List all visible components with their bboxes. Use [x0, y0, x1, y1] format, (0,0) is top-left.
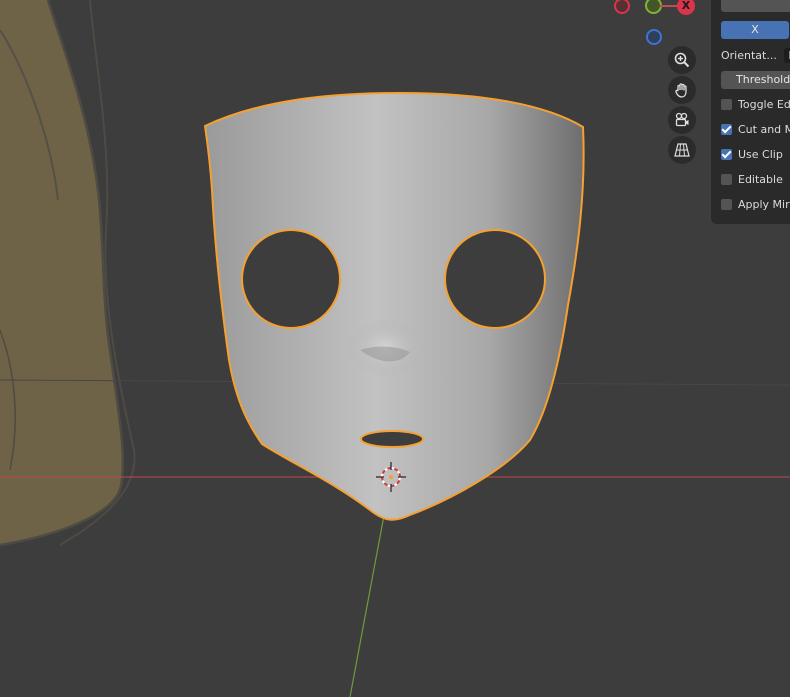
toggle-edit-checkbox[interactable]: Toggle Ed: [721, 98, 790, 111]
option-label: Apply Mir: [738, 198, 790, 211]
right-eye-hole: [444, 229, 546, 329]
gizmo-neg-z-icon[interactable]: [646, 29, 662, 45]
zoom-in-icon: [674, 52, 690, 68]
checkbox-icon: [721, 199, 732, 210]
perspective-grid-icon: [674, 143, 690, 157]
apply-mirror-checkbox[interactable]: Apply Mir: [721, 198, 790, 211]
threshold-label: Threshold: [736, 73, 790, 86]
checkbox-checked-icon: [721, 124, 732, 135]
gizmo-x-label: X: [681, 0, 691, 12]
3d-viewport[interactable]: [0, 0, 790, 697]
perspective-toggle-button[interactable]: [668, 136, 696, 164]
orientation-row: Orientat... P: [721, 48, 790, 63]
pan-button[interactable]: [668, 76, 696, 104]
editable-checkbox[interactable]: Editable: [721, 173, 783, 186]
option-label: Use Clip: [738, 148, 783, 161]
camera-view-icon: [675, 112, 689, 127]
option-label: Toggle Ed: [738, 98, 790, 111]
cut-and-merge-checkbox[interactable]: Cut and M: [721, 123, 790, 136]
mirror-modifier-panel: X Orientat... P Threshold Toggle Ed Cut …: [711, 0, 790, 224]
camera-view-button[interactable]: [668, 106, 696, 134]
left-eye-hole: [241, 229, 341, 329]
face-mask-mesh: [203, 91, 585, 521]
checkbox-icon: [721, 174, 732, 185]
use-clip-checkbox[interactable]: Use Clip: [721, 148, 783, 161]
option-label: Cut and M: [738, 123, 790, 136]
option-label: Editable: [738, 173, 783, 186]
axis-x-button[interactable]: X: [721, 21, 789, 39]
threshold-field[interactable]: Threshold: [721, 71, 790, 89]
orientation-dropdown[interactable]: P: [784, 48, 790, 63]
orientation-label: Orientat...: [721, 49, 777, 62]
checkbox-icon: [721, 99, 732, 110]
panel-top-button[interactable]: [721, 0, 790, 12]
checkbox-checked-icon: [721, 149, 732, 160]
axis-x-label: X: [751, 23, 759, 36]
zoom-button[interactable]: [668, 46, 696, 74]
mouth-hole: [360, 430, 424, 448]
hand-pan-icon: [675, 83, 687, 98]
